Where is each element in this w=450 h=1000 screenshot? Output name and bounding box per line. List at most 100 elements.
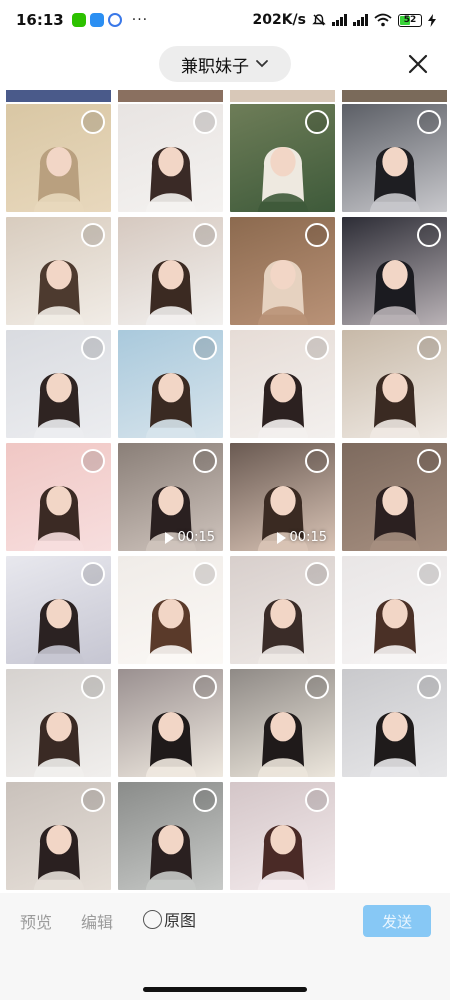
portrait-figure xyxy=(369,259,420,325)
photo-thumbnail[interactable] xyxy=(6,330,111,438)
bottom-toolbar: 预览 编辑 原图 发送 xyxy=(0,893,450,1000)
select-checkbox[interactable] xyxy=(417,449,441,473)
select-checkbox[interactable] xyxy=(417,675,441,699)
select-checkbox[interactable] xyxy=(417,223,441,247)
send-button[interactable]: 发送 xyxy=(363,905,431,937)
photo-thumbnail[interactable] xyxy=(342,330,447,438)
photo-thumbnail[interactable] xyxy=(6,782,111,890)
select-checkbox[interactable] xyxy=(81,675,105,699)
photo-thumbnail[interactable] xyxy=(342,443,447,551)
preview-button[interactable]: 预览 xyxy=(20,909,52,933)
select-checkbox[interactable] xyxy=(305,562,329,586)
portrait-figure xyxy=(369,372,420,438)
select-checkbox[interactable] xyxy=(193,223,217,247)
portrait-figure xyxy=(145,824,196,890)
select-checkbox[interactable] xyxy=(305,449,329,473)
edit-button[interactable]: 编辑 xyxy=(81,909,113,933)
portrait-figure xyxy=(257,598,308,664)
select-checkbox[interactable] xyxy=(81,449,105,473)
select-checkbox[interactable] xyxy=(193,788,217,812)
select-checkbox[interactable] xyxy=(81,110,105,134)
album-selector[interactable]: 兼职妹子 xyxy=(159,46,291,82)
close-icon xyxy=(408,54,428,74)
battery-level: 52 xyxy=(403,14,417,25)
photo-thumbnail[interactable] xyxy=(6,217,111,325)
photo-thumbnail[interactable] xyxy=(6,556,111,664)
select-checkbox[interactable] xyxy=(81,788,105,812)
photo-thumbnail[interactable] xyxy=(230,330,335,438)
portrait-figure xyxy=(145,711,196,777)
photo-thumbnail[interactable] xyxy=(118,330,223,438)
select-checkbox[interactable] xyxy=(305,110,329,134)
select-checkbox[interactable] xyxy=(193,675,217,699)
network-speed: 202K/s xyxy=(252,12,306,28)
photo-thumbnail-partial[interactable] xyxy=(342,90,447,102)
select-checkbox[interactable] xyxy=(81,336,105,360)
select-checkbox[interactable] xyxy=(417,562,441,586)
photo-thumbnail[interactable] xyxy=(6,104,111,212)
portrait-figure xyxy=(33,598,84,664)
select-checkbox[interactable] xyxy=(417,110,441,134)
battery-icon: 52 xyxy=(398,13,422,27)
select-checkbox[interactable] xyxy=(417,336,441,360)
photo-thumbnail[interactable] xyxy=(6,443,111,551)
duration-text: 00:15 xyxy=(177,530,215,545)
portrait-figure xyxy=(145,146,196,212)
photo-grid[interactable]: 00:15 00:15 xyxy=(0,90,450,893)
video-thumbnail[interactable]: 00:15 xyxy=(118,443,223,551)
chevron-down-icon xyxy=(256,60,268,68)
close-button[interactable] xyxy=(406,52,430,76)
photo-thumbnail[interactable] xyxy=(230,782,335,890)
original-radio[interactable] xyxy=(143,909,162,929)
photo-thumbnail[interactable] xyxy=(118,217,223,325)
photo-thumbnail[interactable] xyxy=(6,669,111,777)
portrait-figure xyxy=(33,485,84,551)
select-checkbox[interactable] xyxy=(305,336,329,360)
portrait-figure xyxy=(145,259,196,325)
mute-icon xyxy=(312,14,326,26)
video-thumbnail[interactable]: 00:15 xyxy=(230,443,335,551)
portrait-figure xyxy=(257,259,308,325)
photo-thumbnail[interactable] xyxy=(118,782,223,890)
video-duration: 00:15 xyxy=(164,530,215,545)
photo-thumbnail[interactable] xyxy=(342,556,447,664)
photo-thumbnail[interactable] xyxy=(118,556,223,664)
photo-thumbnail-partial[interactable] xyxy=(6,90,111,102)
photo-thumbnail[interactable] xyxy=(342,669,447,777)
status-bar: 16:13 ··· 202K/s 52 xyxy=(0,0,450,40)
video-duration: 00:15 xyxy=(276,530,327,545)
photo-thumbnail[interactable] xyxy=(118,104,223,212)
original-image-toggle[interactable]: 原图 xyxy=(143,907,196,931)
portrait-figure xyxy=(369,598,420,664)
select-checkbox[interactable] xyxy=(305,675,329,699)
notification-icons: ··· xyxy=(71,12,149,28)
cloud-icon xyxy=(89,13,104,27)
portrait-figure xyxy=(369,146,420,212)
select-checkbox[interactable] xyxy=(305,223,329,247)
select-checkbox[interactable] xyxy=(193,449,217,473)
select-checkbox[interactable] xyxy=(81,223,105,247)
photo-thumbnail[interactable] xyxy=(230,669,335,777)
select-checkbox[interactable] xyxy=(305,788,329,812)
portrait-figure xyxy=(145,372,196,438)
photo-thumbnail[interactable] xyxy=(342,104,447,212)
status-time: 16:13 xyxy=(16,11,64,29)
portrait-figure xyxy=(33,372,84,438)
select-checkbox[interactable] xyxy=(81,562,105,586)
photo-thumbnail[interactable] xyxy=(342,217,447,325)
portrait-figure xyxy=(33,711,84,777)
photo-thumbnail[interactable] xyxy=(118,669,223,777)
play-icon xyxy=(164,531,174,544)
photo-thumbnail[interactable] xyxy=(230,217,335,325)
select-checkbox[interactable] xyxy=(193,562,217,586)
photo-thumbnail[interactable] xyxy=(230,104,335,212)
select-checkbox[interactable] xyxy=(193,110,217,134)
home-indicator[interactable] xyxy=(143,987,307,992)
more-notifications-icon: ··· xyxy=(131,12,149,28)
q-icon xyxy=(107,13,122,27)
select-checkbox[interactable] xyxy=(193,336,217,360)
portrait-figure xyxy=(257,372,308,438)
photo-thumbnail-partial[interactable] xyxy=(230,90,335,102)
photo-thumbnail[interactable] xyxy=(230,556,335,664)
photo-thumbnail-partial[interactable] xyxy=(118,90,223,102)
